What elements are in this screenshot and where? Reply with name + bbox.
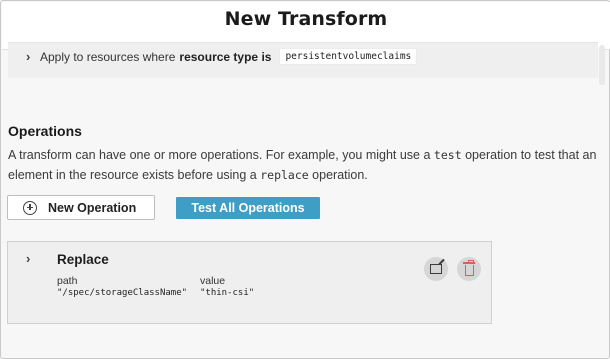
desc-code-replace: replace: [260, 168, 309, 182]
operation-card: › Replace path "/spec/storageClassName" …: [7, 241, 492, 324]
value-label: value: [200, 275, 226, 287]
new-operation-button[interactable]: New Operation: [7, 195, 155, 220]
path-label: path: [57, 275, 78, 287]
operations-description: A transform can have one or more operati…: [8, 145, 598, 185]
path-value: "/spec/storageClassName": [57, 288, 188, 298]
trash-icon: [462, 260, 475, 276]
rule-prefix: Apply to resources where: [40, 49, 176, 64]
plus-circle-icon: [23, 200, 37, 215]
operations-heading: Operations: [8, 123, 82, 139]
desc-code-test: test: [433, 148, 462, 162]
chevron-right-icon[interactable]: ›: [26, 49, 40, 64]
chevron-right-icon[interactable]: ›: [26, 251, 30, 266]
page-title: New Transform: [224, 8, 388, 30]
desc-text-3: operation.: [308, 168, 368, 182]
scrollbar[interactable]: [599, 45, 605, 85]
resource-type-chip: persistentvolumeclaims: [279, 48, 418, 65]
test-all-operations-button[interactable]: Test All Operations: [176, 197, 320, 219]
desc-text-1: A transform can have one or more operati…: [8, 148, 434, 162]
rule-bold-text: resource type is: [179, 49, 272, 64]
rule-row[interactable]: › Apply to resources where resource type…: [26, 48, 418, 65]
new-operation-label: New Operation: [48, 200, 137, 215]
delete-operation-button[interactable]: [457, 257, 481, 281]
dialog-frame: New Transform › Apply to resources where…: [0, 0, 610, 359]
edit-icon: [430, 264, 442, 274]
operation-title: Replace: [57, 252, 109, 267]
edit-operation-button[interactable]: [424, 257, 448, 281]
rule-condition-box: › Apply to resources where resource type…: [8, 42, 598, 78]
value-value: "thin-csi": [200, 288, 255, 298]
